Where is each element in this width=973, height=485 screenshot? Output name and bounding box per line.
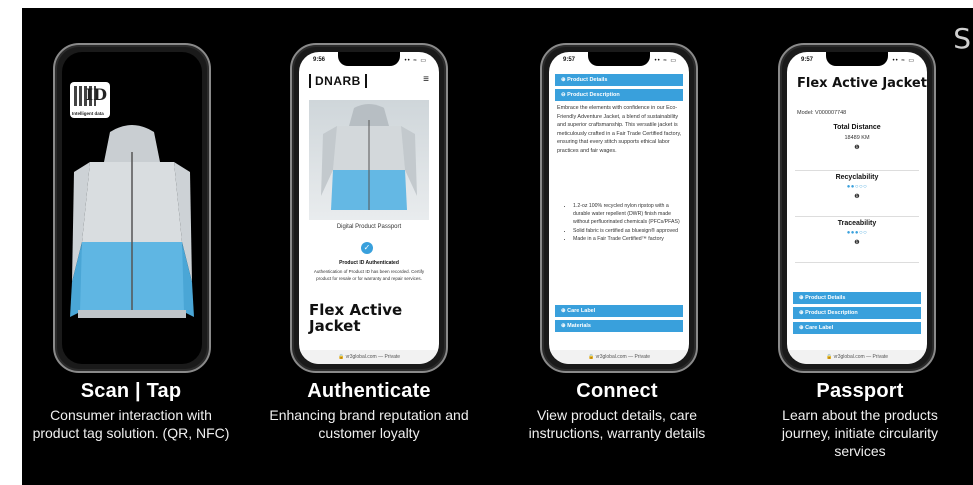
status-bar: 9:57 •• ≈ ▭ [549, 55, 689, 67]
metric-total-distance: Total Distance 18489 KM ❶ [795, 124, 919, 171]
status-time: 9:57 [563, 57, 576, 63]
phone-notch [101, 52, 163, 66]
jacket-image [70, 125, 194, 318]
accordion-product-description[interactable]: ⊕ Product Description [793, 307, 921, 319]
hamburger-menu-icon[interactable]: ≡ [423, 74, 429, 85]
accordion-care-label[interactable]: ⊕ Care Label [793, 322, 921, 334]
digital-product-passport-label: Digital Product Passport [336, 224, 402, 230]
caption-text: Learn about the products journey, initia… [781, 407, 939, 459]
metric-traceability: Traceability ●●●○○ ❶ [795, 220, 919, 263]
product-title: Flex Active Jacket [797, 76, 927, 91]
jacket-image [321, 104, 417, 210]
phone-authenticate-screen: 9:56 •• ≈ ▭ DNARB ≡ Digital Product Pass… [299, 52, 439, 364]
metric-recyclability: Recyclability ●●○○○ ❶ [795, 174, 919, 217]
accordion-product-details[interactable]: ⊕ Product Details [555, 74, 683, 86]
caption-passport: Passport Learn about the products journe… [760, 380, 960, 460]
caption-text: View product details, care instructions,… [528, 407, 706, 441]
caption-title: Authenticate [307, 380, 431, 402]
metric-label: Recyclability [835, 174, 879, 181]
tag-id-text: ID [85, 85, 107, 104]
caption-text: Enhancing brand reputation and customer … [269, 407, 469, 441]
list-item: Made in a Fair Trade Certified™ factory [573, 235, 683, 243]
url-bar[interactable]: 🔒 vr3global.com — Private [299, 350, 439, 364]
corner-glyph: S [953, 22, 971, 55]
auth-heading: Product ID Authenticated [339, 260, 399, 266]
brand-logo[interactable]: DNARB [309, 74, 367, 88]
phone-scan: ID Intelligent data [53, 43, 211, 373]
caption-scan: Scan | Tap Consumer interaction with pro… [31, 380, 231, 442]
status-bar: 9:56 •• ≈ ▭ [299, 55, 439, 67]
phone-passport: 9:57 •• ≈ ▭ Flex Active Jacket Model: V0… [778, 43, 936, 373]
slide-stage: S ID Intelligent data 9:56 •• ≈ ▭ DNARB … [22, 8, 973, 485]
info-icon[interactable]: ❶ [795, 239, 919, 246]
model-number: Model: V000007748 [797, 110, 847, 116]
phone-authenticate: 9:56 •• ≈ ▭ DNARB ≡ Digital Product Pass… [290, 43, 448, 373]
phone-connect-screen: 9:57 •• ≈ ▭ ⊕ Product Details ⊖ Product … [549, 52, 689, 364]
info-icon[interactable]: ❶ [795, 144, 919, 151]
phone-connect: 9:57 •• ≈ ▭ ⊕ Product Details ⊖ Product … [540, 43, 698, 373]
url-bar[interactable]: 🔒 vr3global.com — Private [549, 350, 689, 364]
url-bar[interactable]: 🔒 vr3global.com — Private [787, 350, 927, 364]
auth-text: Authentication of Product ID has been re… [313, 269, 425, 281]
accordion-materials[interactable]: ⊕ Materials [555, 320, 683, 332]
list-item: 1.2-oz 100% recycled nylon ripstop with … [573, 202, 683, 227]
status-icons: •• ≈ ▭ [404, 58, 427, 64]
rating-dots: ●●●○○ [846, 230, 868, 236]
product-tag-qr[interactable]: ID Intelligent data [70, 82, 110, 118]
status-time: 9:57 [801, 57, 814, 63]
accordion-product-details[interactable]: ⊕ Product Details [793, 292, 921, 304]
check-icon: ✓ [361, 242, 373, 254]
tag-label: Intelligent data [72, 111, 104, 116]
metric-label: Total Distance [833, 124, 881, 131]
caption-authenticate: Authenticate Enhancing brand reputation … [269, 380, 469, 442]
status-bar: 9:57 •• ≈ ▭ [787, 55, 927, 67]
phone-passport-screen: 9:57 •• ≈ ▭ Flex Active Jacket Model: V0… [787, 52, 927, 364]
phone-scan-screen: ID Intelligent data [62, 52, 202, 364]
list-item: Solid fabric is certified as bluesign® a… [573, 227, 683, 235]
caption-connect: Connect View product details, care instr… [517, 380, 717, 442]
status-icons: •• ≈ ▭ [654, 58, 677, 64]
info-icon[interactable]: ❶ [795, 193, 919, 200]
rating-dots: ●●○○○ [846, 184, 868, 190]
metric-label: Traceability [837, 220, 877, 227]
accordion-care-label[interactable]: ⊕ Care Label [555, 305, 683, 317]
product-title: Flex Active Jacket [309, 301, 403, 335]
feature-list: 1.2-oz 100% recycled nylon ripstop with … [563, 202, 683, 243]
caption-text: Consumer interaction with product tag so… [32, 407, 230, 441]
caption-title: Passport [816, 380, 904, 402]
accordion-product-description[interactable]: ⊖ Product Description [555, 89, 683, 101]
metric-value: 18489 KM [844, 135, 870, 141]
caption-title: Scan | Tap [80, 380, 182, 402]
product-description-text: Embrace the elements with confidence in … [557, 105, 682, 154]
product-photo [309, 100, 429, 220]
status-time: 9:56 [313, 57, 326, 63]
caption-title: Connect [576, 380, 658, 402]
status-icons: •• ≈ ▭ [892, 58, 915, 64]
